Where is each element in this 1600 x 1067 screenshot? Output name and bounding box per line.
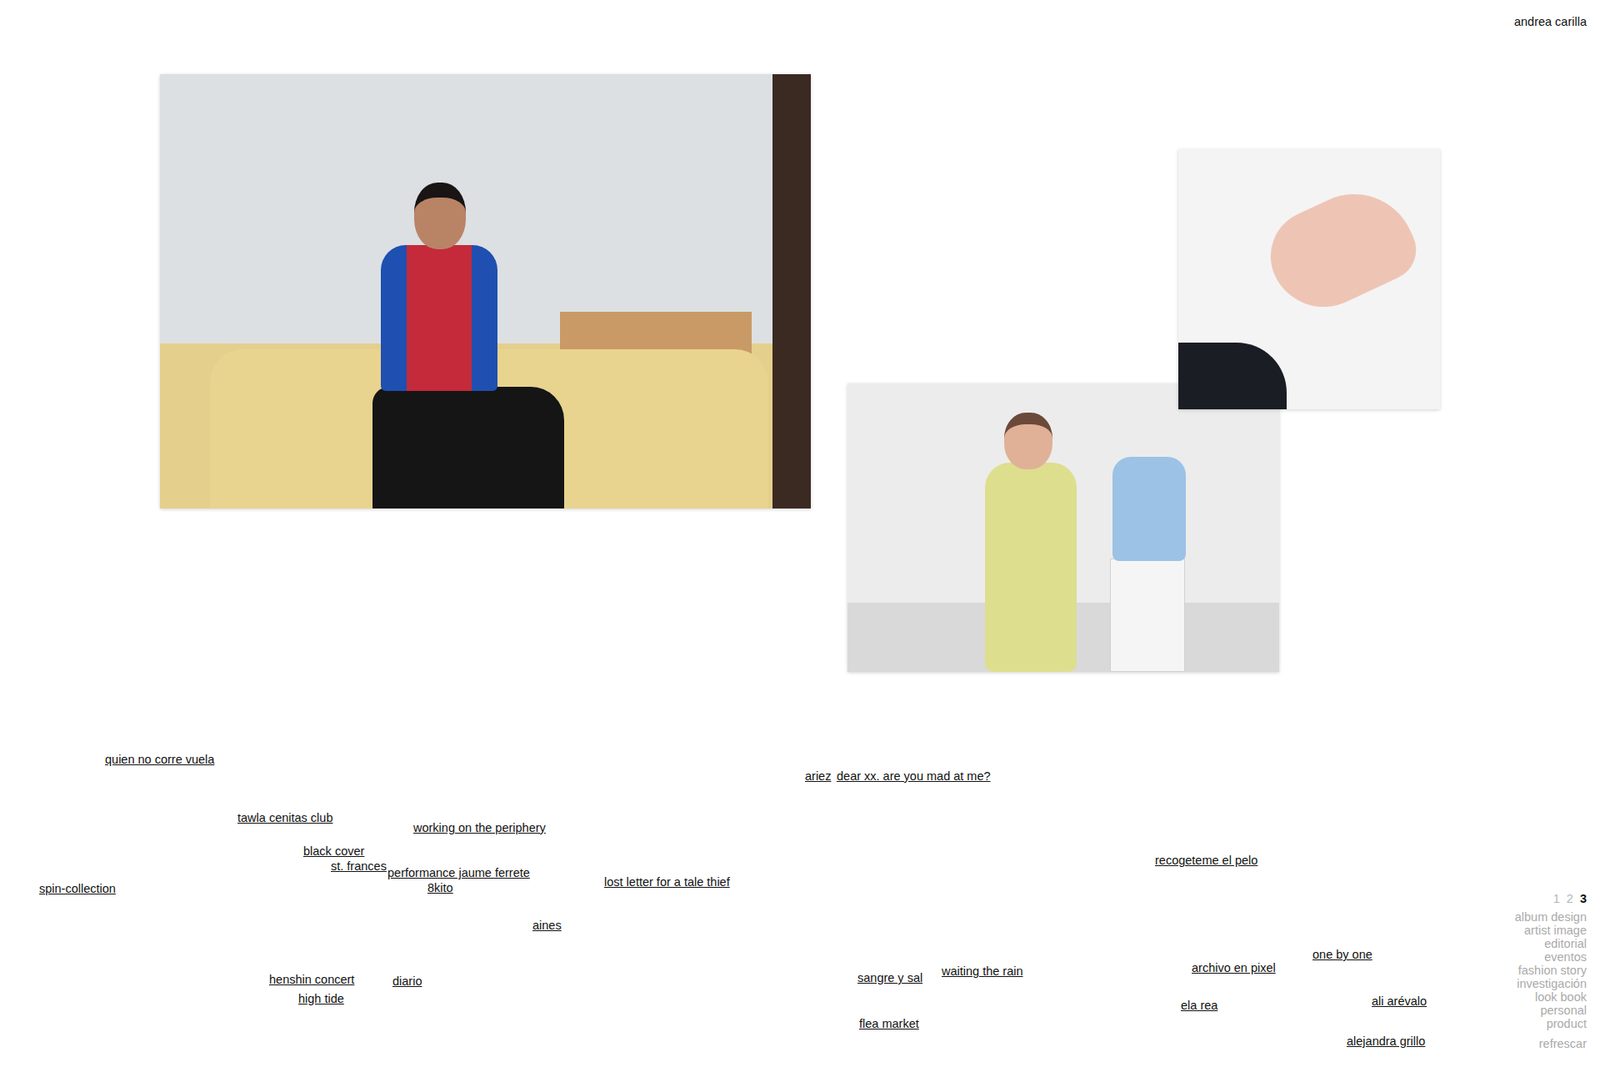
project-link[interactable]: waiting the rain	[941, 964, 1024, 979]
project-link[interactable]: sangre y sal	[857, 970, 923, 985]
project-link[interactable]: one by one	[1312, 947, 1373, 962]
project-link[interactable]: dear xx. are you mad at me?	[836, 769, 991, 784]
project-link[interactable]: performance jaume ferrete	[387, 865, 530, 880]
category-link[interactable]: editorial	[1515, 936, 1587, 950]
project-link[interactable]: working on the periphery	[413, 820, 546, 835]
project-link[interactable]: recogeteme el pelo	[1155, 853, 1258, 868]
project-link[interactable]: lost letter for a tale thief	[604, 875, 730, 890]
project-link[interactable]: ariez	[805, 769, 831, 784]
category-menu: 123 album designartist imageeditorialeven…	[1515, 891, 1587, 1050]
project-link[interactable]: aines	[532, 918, 562, 933]
portfolio-canvas: andrea carilla quien no corre vuela tawla …	[0, 0, 1600, 1067]
project-link[interactable]: st. frances	[330, 859, 387, 874]
category-link[interactable]: artist image	[1515, 923, 1587, 937]
project-link[interactable]: high tide	[298, 991, 345, 1006]
category-link[interactable]: fashion story	[1515, 963, 1587, 977]
category-link[interactable]: personal	[1515, 1003, 1587, 1017]
photo[interactable]	[1178, 149, 1440, 410]
photo[interactable]	[847, 383, 1280, 672]
pagination: 123	[1515, 891, 1587, 905]
project-link[interactable]: ali arévalo	[1371, 994, 1427, 1009]
page-link[interactable]: 3	[1580, 891, 1587, 905]
page-link[interactable]: 2	[1566, 891, 1574, 905]
category-link[interactable]: eventos	[1515, 950, 1587, 964]
project-link[interactable]: alejandra grillo	[1346, 1034, 1425, 1049]
project-link[interactable]: ela rea	[1180, 998, 1218, 1013]
project-link[interactable]: flea market	[859, 1016, 920, 1031]
category-link[interactable]: product	[1515, 1016, 1587, 1030]
project-link[interactable]: 8kito	[427, 880, 454, 895]
project-link[interactable]: black cover	[303, 844, 365, 859]
category-link[interactable]: look book	[1515, 990, 1587, 1004]
project-link[interactable]: diario	[392, 974, 422, 989]
project-link[interactable]: archivo en pixel	[1191, 960, 1276, 975]
project-link[interactable]: henshin concert	[269, 972, 355, 987]
refresh-link[interactable]: refrescar	[1515, 1036, 1587, 1050]
project-link[interactable]: quien no corre vuela	[105, 752, 215, 767]
page-link[interactable]: 1	[1553, 891, 1560, 905]
photo[interactable]	[160, 74, 811, 509]
site-title[interactable]: andrea carilla	[1514, 13, 1587, 32]
category-link[interactable]: album design	[1515, 910, 1587, 924]
category-link[interactable]: investigación	[1515, 976, 1587, 990]
project-link[interactable]: tawla cenitas club	[237, 810, 333, 825]
project-link[interactable]: spin-collection	[39, 881, 116, 896]
